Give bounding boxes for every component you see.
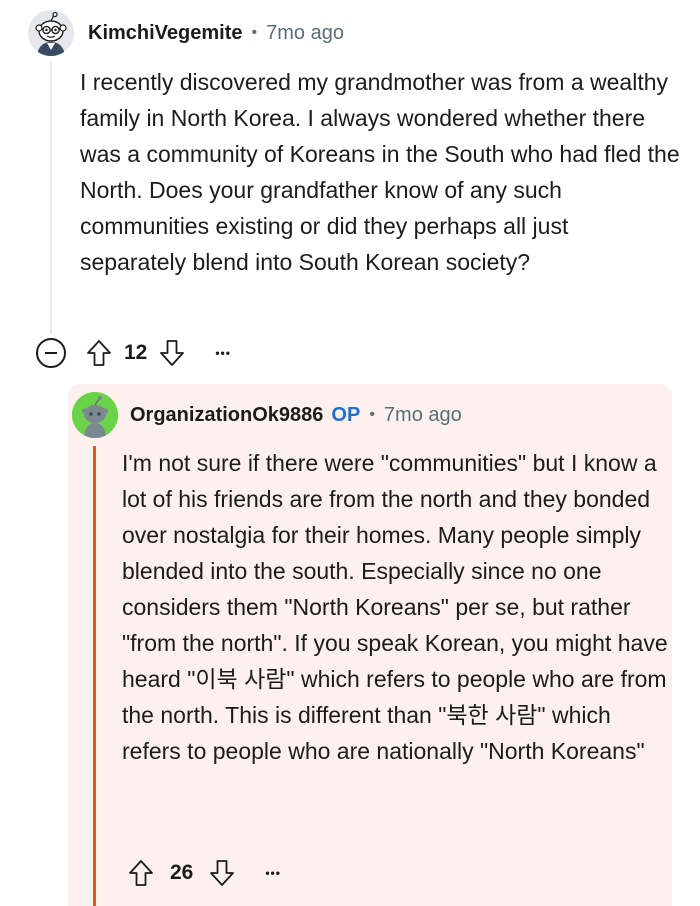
more-options-button[interactable]: •••: [265, 866, 281, 880]
snoo-avatar-icon: [72, 392, 118, 438]
comment-meta: KimchiVegemite • 7mo ago: [88, 20, 344, 46]
collapse-button[interactable]: [36, 338, 66, 368]
comment-thread: KimchiVegemite • 7mo ago I recently disc…: [0, 0, 700, 906]
thread-line[interactable]: [93, 446, 96, 906]
downvote-arrow-icon: [160, 340, 185, 366]
comment-body: I recently discovered my grandmother was…: [80, 69, 680, 275]
comment-body: I'm not sure if there were "communities"…: [122, 450, 668, 764]
downvote-arrow-icon: [210, 860, 235, 886]
meta-separator: •: [369, 406, 375, 423]
timestamp: 7mo ago: [383, 403, 462, 426]
upvote-arrow-icon: [87, 340, 111, 366]
downvote-button[interactable]: [159, 339, 185, 367]
upvote-arrow-icon: [129, 860, 153, 886]
vote-group: 26: [128, 859, 235, 887]
avatar[interactable]: [28, 10, 74, 56]
username[interactable]: KimchiVegemite: [88, 22, 243, 45]
collapse-minus-icon: [45, 352, 57, 354]
vote-score: 26: [170, 861, 194, 884]
thread-line[interactable]: [50, 62, 52, 334]
op-badge: OP: [331, 403, 361, 426]
comment-meta: OrganizationOk9886 OP • 7mo ago: [130, 402, 462, 428]
vote-score: 12: [124, 341, 148, 364]
snoo-avatar-icon: [28, 10, 74, 56]
avatar[interactable]: [72, 392, 118, 438]
vote-group: 12: [86, 339, 185, 367]
comment-actions: 26 •••: [128, 856, 281, 890]
meta-separator: •: [251, 24, 258, 41]
downvote-button[interactable]: [209, 859, 235, 887]
upvote-button[interactable]: [128, 859, 154, 887]
timestamp: 7mo ago: [266, 21, 344, 44]
upvote-button[interactable]: [86, 339, 112, 367]
more-options-button[interactable]: •••: [215, 346, 231, 360]
username[interactable]: OrganizationOk9886: [130, 404, 323, 427]
comment-actions: 12 •••: [36, 336, 231, 370]
